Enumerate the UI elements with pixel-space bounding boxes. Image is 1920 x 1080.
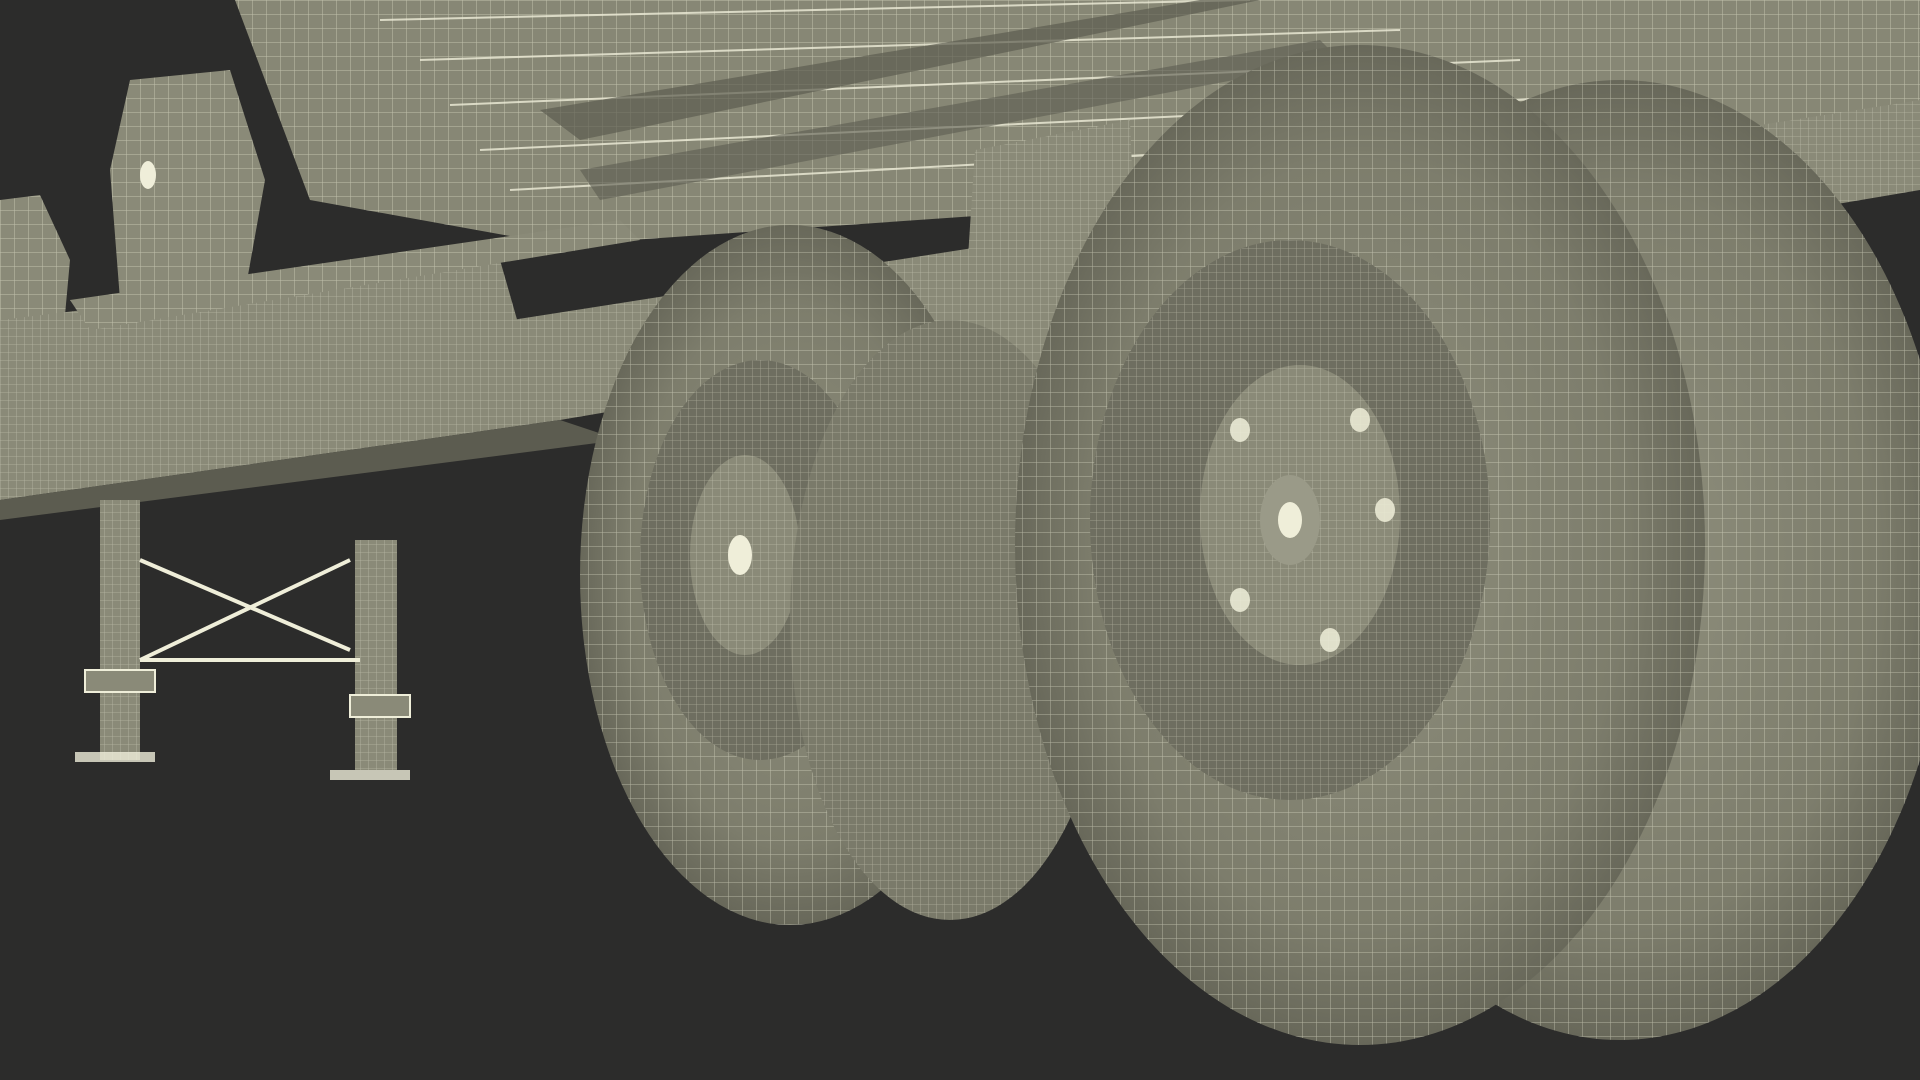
wireframe-scene bbox=[0, 0, 1920, 1045]
render-viewport bbox=[0, 0, 1920, 1080]
wheel-icon bbox=[1015, 45, 1920, 1045]
landing-gear-icon bbox=[75, 500, 411, 780]
